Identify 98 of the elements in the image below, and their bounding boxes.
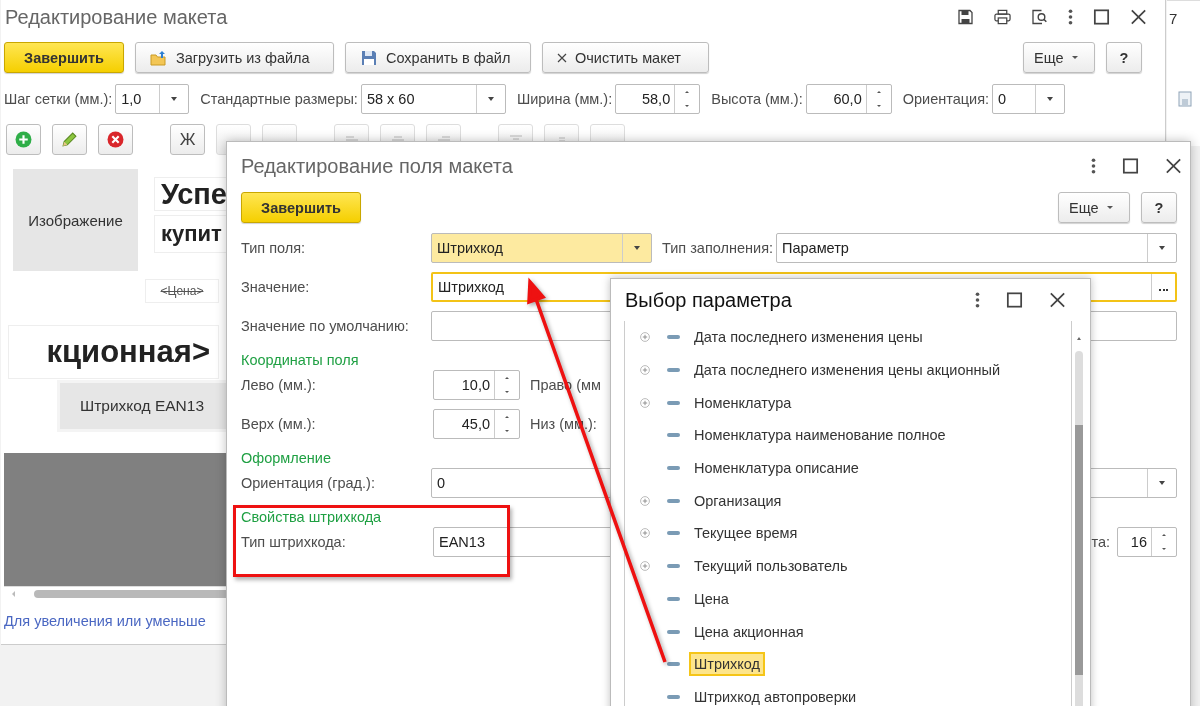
cell-text: 7: [1169, 10, 1178, 27]
expand-icon[interactable]: [640, 528, 650, 539]
field-label: Верх (мм.):: [241, 416, 317, 432]
expand-icon[interactable]: [640, 365, 650, 376]
field-label: Высота (мм.):: [711, 91, 803, 107]
attribute-icon: [667, 564, 680, 569]
close-icon[interactable]: [1165, 158, 1182, 174]
tree-item[interactable]: Номенклатура описание: [689, 456, 864, 481]
dialog-title: Редактирование поля макета: [241, 154, 513, 178]
close-icon[interactable]: [1049, 292, 1066, 308]
finish-button[interactable]: Завершить: [241, 192, 361, 223]
attribute-icon: [667, 335, 680, 340]
add-button[interactable]: [6, 124, 41, 155]
edit-button[interactable]: [52, 124, 87, 155]
cross-icon: [557, 52, 567, 63]
section-heading: Координаты поля: [241, 351, 359, 370]
more-button[interactable]: Еще: [1058, 192, 1130, 223]
field-label: Лево (мм.):: [241, 377, 317, 393]
attribute-icon: [667, 466, 680, 471]
number-field[interactable]: 45,0: [433, 409, 520, 439]
tree-item[interactable]: Номенклатура: [689, 390, 797, 415]
maximize-icon[interactable]: [1006, 292, 1023, 308]
attribute-icon: [667, 498, 680, 503]
expand-icon[interactable]: [640, 332, 650, 343]
preview-icon[interactable]: [1031, 9, 1048, 25]
number-field[interactable]: 10,0: [433, 370, 520, 400]
close-icon[interactable]: [1130, 9, 1147, 25]
pencil-icon: [61, 131, 78, 148]
vertical-scrollbar[interactable]: [1071, 321, 1085, 706]
window-title: Редактирование макета: [5, 5, 228, 29]
field-label: Шаг сетки (мм.):: [4, 91, 113, 107]
select-field[interactable]: Параметр: [776, 233, 1177, 263]
caret-icon: [1071, 56, 1078, 59]
maximize-icon[interactable]: [1093, 9, 1110, 25]
field-label: та:: [1091, 534, 1110, 550]
expand-icon[interactable]: [640, 561, 650, 572]
attribute-icon: [667, 433, 680, 438]
field-label: Значение:: [241, 279, 311, 295]
select-field[interactable]: 58 x 60: [360, 84, 506, 114]
tree-item[interactable]: Штрихкод: [689, 652, 766, 677]
more-icon[interactable]: [975, 292, 980, 308]
expand-icon[interactable]: [640, 397, 650, 408]
print-icon[interactable]: [994, 9, 1011, 25]
image-placeholder[interactable]: Изображение: [13, 169, 138, 271]
more-icon[interactable]: [1091, 158, 1096, 174]
section-heading: Свойства штрихкода: [241, 508, 382, 527]
field-label: Значение по умолчанию:: [241, 318, 410, 334]
field-label: Ориентация:: [902, 91, 990, 107]
document-icon[interactable]: [1178, 91, 1192, 107]
attribute-icon: [667, 662, 680, 667]
folder-upload-icon: [150, 49, 168, 66]
tree-item[interactable]: Цена акционная: [689, 619, 809, 644]
select-field[interactable]: 0: [992, 84, 1066, 114]
section-heading: Оформление: [241, 449, 331, 468]
attribute-icon: [667, 629, 680, 634]
tree-item[interactable]: Дата последнего изменения цены: [689, 325, 928, 350]
caret-icon: [1106, 206, 1113, 209]
more-button[interactable]: Еще: [1023, 42, 1095, 73]
attribute-icon: [667, 596, 680, 601]
field-label: Стандартные размеры:: [200, 91, 358, 107]
number-field[interactable]: 58,0: [615, 84, 701, 114]
tree-item[interactable]: Организация: [689, 488, 787, 513]
select-field[interactable]: Штрихкод: [431, 233, 652, 263]
field-label: Ориентация (град.):: [241, 475, 376, 491]
tree-item[interactable]: Цена: [689, 586, 734, 611]
tree-item[interactable]: Штрихкод автопроверки: [689, 684, 862, 706]
help-button[interactable]: ?: [1141, 192, 1177, 223]
field-label: Тип поля:: [241, 240, 307, 256]
load-file-button[interactable]: Загрузить из файла: [135, 42, 334, 73]
field-label: Тип штрихкода:: [241, 534, 347, 550]
attribute-icon: [667, 694, 680, 699]
number-field[interactable]: 60,0: [805, 84, 892, 114]
help-button[interactable]: ?: [1106, 42, 1142, 73]
more-icon[interactable]: [1068, 9, 1073, 25]
select-field[interactable]: 1,0: [115, 84, 190, 114]
attribute-icon: [667, 368, 680, 373]
attribute-icon: [667, 400, 680, 405]
delete-button[interactable]: [98, 124, 133, 155]
save-icon[interactable]: [957, 9, 974, 25]
tree-item[interactable]: Дата последнего изменения цены акционный: [689, 358, 1006, 383]
plus-icon: [15, 131, 32, 148]
finish-button[interactable]: Завершить: [4, 42, 124, 73]
field-label: Ширина (мм.):: [516, 91, 613, 107]
tree-item[interactable]: Текущий пользователь: [689, 554, 853, 579]
price-field[interactable]: <Цена>: [145, 279, 219, 303]
maximize-icon[interactable]: [1122, 158, 1139, 174]
bold-button[interactable]: Ж: [170, 124, 205, 155]
tree-item[interactable]: Номенклатура наименование полное: [689, 423, 951, 448]
expand-icon[interactable]: [640, 495, 650, 506]
number-field[interactable]: 16: [1117, 527, 1177, 557]
delete-icon: [107, 131, 124, 148]
save-file-button[interactable]: Сохранить в файл: [345, 42, 531, 73]
field-label: Тип заполнения:: [662, 240, 774, 256]
clear-layout-button[interactable]: Очистить макет: [542, 42, 709, 73]
dialog-title: Выбор параметра: [625, 288, 792, 312]
attribute-icon: [667, 531, 680, 536]
tree-item[interactable]: Текущее время: [689, 521, 803, 546]
promo-price-field[interactable]: кционная>: [8, 325, 219, 379]
